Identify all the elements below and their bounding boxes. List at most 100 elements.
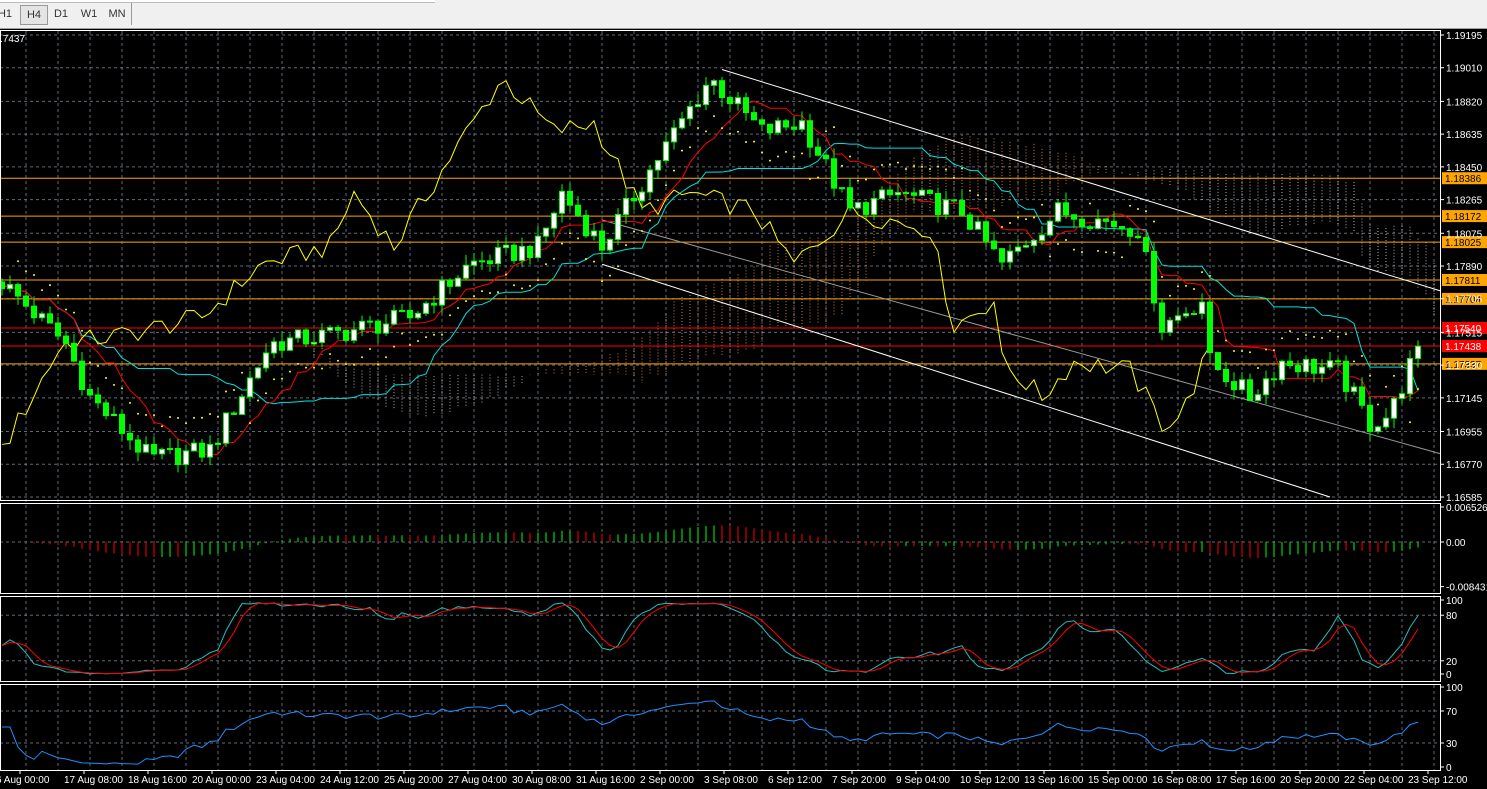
- candle-body: [1375, 426, 1381, 432]
- parabolic-sar-dot: [137, 412, 139, 415]
- candle-body: [231, 412, 237, 415]
- candle-body: [679, 118, 685, 129]
- time-axis-label: 9 Sep 04:00: [896, 775, 950, 786]
- parabolic-sar-dot: [1049, 255, 1051, 258]
- time-axis-label: 20 Aug 00:00: [192, 775, 251, 786]
- parabolic-sar-dot: [233, 389, 235, 392]
- parabolic-sar-dot: [593, 260, 595, 263]
- parabolic-sar-dot: [441, 333, 443, 336]
- candle-body: [1271, 378, 1277, 381]
- parabolic-sar-dot: [1017, 216, 1019, 219]
- candle-body: [127, 432, 133, 441]
- parabolic-sar-dot: [1177, 285, 1179, 288]
- parabolic-sar-dot: [1233, 350, 1235, 353]
- parabolic-sar-dot: [1225, 339, 1227, 342]
- parabolic-sar-dot: [193, 416, 195, 419]
- candle-body: [199, 442, 205, 458]
- level-label: 1.17438: [1445, 342, 1482, 353]
- candle-body: [223, 412, 229, 444]
- chikou-line: [1, 80, 1211, 445]
- stoch-axis-label: 20: [1446, 657, 1458, 668]
- axes: 1.183861.181721.180251.178111.177041.175…: [0, 30, 1487, 786]
- candle-body: [967, 214, 973, 230]
- candle-body: [1279, 360, 1285, 381]
- parabolic-sar-dot: [585, 258, 587, 261]
- parabolic-sar-dot: [761, 151, 763, 154]
- candle-body: [1119, 226, 1125, 230]
- parabolic-sar-dot: [209, 413, 211, 416]
- price-axis-label: 1.17145: [1446, 394, 1483, 405]
- parabolic-sar-dot: [545, 263, 547, 266]
- candle-body: [1335, 360, 1341, 363]
- candle-body: [1079, 218, 1085, 228]
- parabolic-sar-dot: [1129, 204, 1131, 207]
- parabolic-sar-dot: [929, 167, 931, 170]
- parabolic-sar-dot: [785, 150, 787, 153]
- parabolic-sar-dot: [49, 284, 51, 287]
- candle-body: [423, 302, 429, 314]
- parabolic-sar-dot: [57, 294, 59, 297]
- candle-body: [471, 260, 477, 266]
- candle-body: [247, 377, 253, 398]
- candle-body: [607, 238, 613, 251]
- candle-body: [1351, 386, 1357, 392]
- time-axis-label: 23 Sep 12:00: [1408, 775, 1468, 786]
- candle-body: [287, 337, 293, 351]
- stoch-axis-label: 80: [1446, 611, 1458, 622]
- parabolic-sar-dot: [1081, 250, 1083, 253]
- parabolic-sar-dot: [257, 399, 259, 402]
- candle-body: [559, 190, 565, 214]
- sub-windows: [1, 525, 1419, 765]
- candle-body: [23, 295, 29, 307]
- candle-body: [1391, 397, 1397, 419]
- candle-body: [615, 213, 621, 240]
- price-axis-label: 1.16770: [1446, 460, 1483, 471]
- candle-body: [95, 394, 101, 404]
- candle-body: [399, 309, 405, 312]
- parabolic-sar-dot: [769, 159, 771, 162]
- candle-body: [1039, 234, 1045, 241]
- parabolic-sar-dot: [361, 356, 363, 359]
- price-axis-label: 1.16955: [1446, 428, 1483, 439]
- parabolic-sar-dot: [73, 311, 75, 314]
- parabolic-sar-dot: [881, 164, 883, 167]
- candle-body: [511, 244, 517, 261]
- parabolic-sar-dot: [1169, 294, 1171, 297]
- parabolic-sar-dot: [1201, 271, 1203, 274]
- candle-body: [655, 160, 661, 171]
- parabolic-sar-dot: [297, 362, 299, 365]
- candle-body: [279, 341, 285, 351]
- parabolic-sar-dot: [1377, 403, 1379, 406]
- parabolic-sar-dot: [289, 370, 291, 373]
- stoch-main-line: [1, 602, 1419, 675]
- parabolic-sar-dot: [681, 149, 683, 152]
- price-axis-label: 1.18265: [1446, 196, 1483, 207]
- parabolic-sar-dot: [969, 189, 971, 192]
- candle-body: [303, 329, 309, 345]
- parabolic-sar-dot: [1345, 333, 1347, 336]
- candle-body: [631, 197, 637, 202]
- window-frame: [0, 596, 1441, 682]
- candle-body: [1063, 202, 1069, 216]
- candle-body: [639, 191, 645, 202]
- candle-body: [463, 264, 469, 279]
- candle-body: [415, 312, 421, 319]
- candle-body: [1239, 379, 1245, 391]
- parabolic-sar-dot: [721, 127, 723, 130]
- parabolic-sar-dot: [305, 366, 307, 369]
- level-label: 1.18386: [1445, 174, 1482, 185]
- parabolic-sar-dot: [625, 244, 627, 247]
- price-chart[interactable]: 1.183861.181721.180251.178111.177041.175…: [0, 0, 1487, 789]
- parabolic-sar-dot: [1153, 220, 1155, 223]
- candle-body: [431, 302, 437, 306]
- candle-body: [1287, 360, 1293, 367]
- parabolic-sar-dot: [505, 273, 507, 276]
- parabolic-sar-dot: [65, 308, 67, 311]
- parabolic-sar-dot: [601, 280, 603, 283]
- candle-body: [983, 221, 989, 242]
- candle-body: [47, 313, 53, 324]
- parabolic-sar-dot: [377, 363, 379, 366]
- candle-body: [111, 413, 117, 417]
- parabolic-sar-dot: [433, 333, 435, 336]
- parabolic-sar-dot: [409, 344, 411, 347]
